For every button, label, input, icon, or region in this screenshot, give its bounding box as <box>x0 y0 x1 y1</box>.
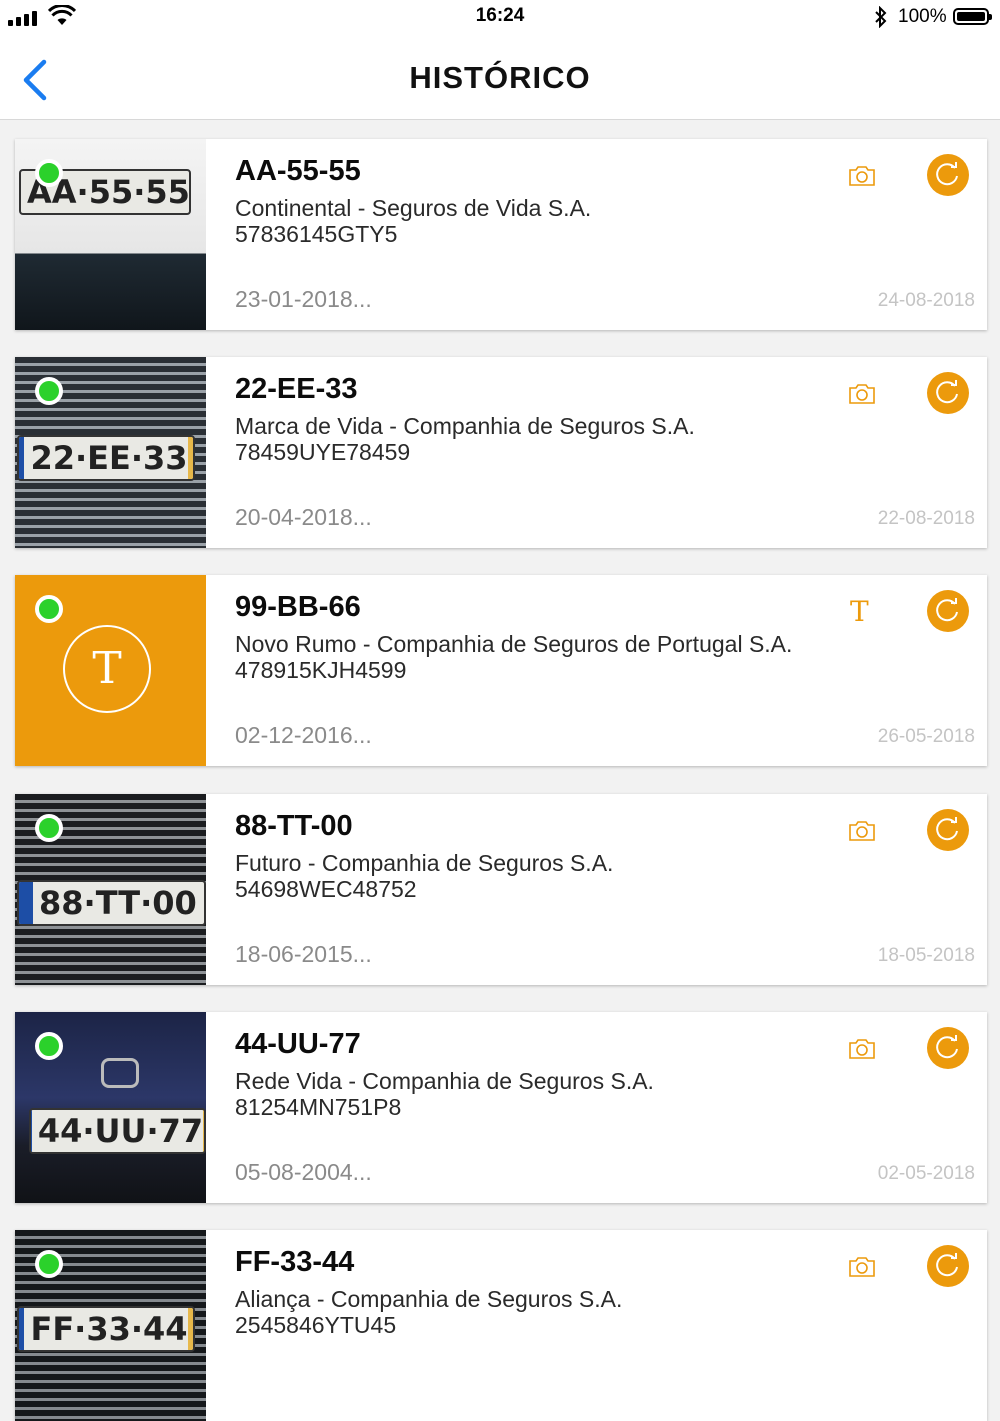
battery-icon <box>953 8 992 25</box>
refresh-icon <box>936 380 958 404</box>
policy-number: 81254MN751P8 <box>235 1094 402 1120</box>
policy-number: 478915KJH4599 <box>235 657 407 683</box>
active-status-dot <box>35 377 63 405</box>
status-bar: 16:24 100% <box>0 0 1000 36</box>
start-date: 05-08-2004... <box>235 1159 372 1185</box>
history-card[interactable]: FF·33·44 FF-33-44 Aliança - Companhia de… <box>15 1230 987 1421</box>
start-date: 02-12-2016... <box>235 722 372 748</box>
camera-icon <box>849 166 875 186</box>
renew-button[interactable] <box>927 372 969 414</box>
active-status-dot <box>35 595 63 623</box>
insurer-name: Marca de Vida - Companhia de Seguros S.A… <box>235 413 695 439</box>
navigation-bar: HISTÓRICO <box>0 36 1000 120</box>
vehicle-photo: FF·33·44 <box>15 1230 206 1421</box>
renew-button[interactable] <box>927 1027 969 1069</box>
camera-icon <box>849 821 875 841</box>
refresh-icon <box>936 1035 958 1059</box>
history-card[interactable]: T 99-BB-66 Novo Rumo - Companhia de Segu… <box>15 575 987 766</box>
end-date: 24-08-2018 <box>877 290 975 311</box>
license-plate-photo: 22·EE·33 <box>17 435 195 481</box>
refresh-icon <box>936 162 958 186</box>
policy-number: 57836145GTY5 <box>235 221 398 247</box>
camera-icon <box>849 1039 875 1059</box>
insurer-name: Futuro - Companhia de Seguros S.A. <box>235 850 614 876</box>
page-title: HISTÓRICO <box>409 60 591 95</box>
vehicle-photo: 88·TT·00 <box>15 794 206 985</box>
refresh-icon <box>936 1253 958 1277</box>
history-card[interactable]: 88·TT·00 88-TT-00 Futuro - Companhia de … <box>15 794 987 985</box>
refresh-icon <box>936 817 958 841</box>
manual-entry-thumbnail: T <box>15 575 206 766</box>
active-status-dot <box>35 1250 63 1278</box>
vehicle-photo: AA·55·55 <box>15 139 206 330</box>
policy-number: 54698WEC48752 <box>235 876 417 902</box>
policy-number: 78459UYE78459 <box>235 439 411 465</box>
camera-icon <box>849 1257 875 1277</box>
plate-number: AA-55-55 <box>235 155 361 187</box>
end-date: 22-08-2018 <box>877 508 975 529</box>
camera-icon <box>849 384 875 404</box>
history-card[interactable]: AA·55·55 AA-55-55 Continental - Seguros … <box>15 139 987 330</box>
history-card[interactable]: 44·UU·77 44-UU-77 Rede Vida - Companhia … <box>15 1012 987 1203</box>
insurer-name: Novo Rumo - Companhia de Seguros de Port… <box>235 631 793 657</box>
plate-number: 44-UU-77 <box>235 1028 361 1060</box>
status-time: 16:24 <box>475 5 525 26</box>
end-date: 26-05-2018 <box>877 726 975 747</box>
history-card[interactable]: 22·EE·33 22-EE-33 Marca de Vida - Compan… <box>15 357 987 548</box>
refresh-icon <box>936 598 958 622</box>
license-plate-photo: 88·TT·00 <box>17 880 206 926</box>
bluetooth-icon <box>875 6 887 28</box>
manual-entry-icon: T <box>63 625 151 713</box>
renew-button[interactable] <box>927 590 969 632</box>
insurer-name: Rede Vida - Companhia de Seguros S.A. <box>235 1068 654 1094</box>
end-date: 18-05-2018 <box>877 945 975 966</box>
vehicle-photo: 22·EE·33 <box>15 357 206 548</box>
plate-number: 22-EE-33 <box>235 373 358 405</box>
plate-number: FF-33-44 <box>235 1246 355 1278</box>
renew-button[interactable] <box>927 1245 969 1287</box>
policy-number: 2545846YTU45 <box>235 1312 397 1338</box>
battery-percentage: 100% <box>898 6 947 27</box>
active-status-dot <box>35 814 63 842</box>
insurer-name: Aliança - Companhia de Seguros S.A. <box>235 1286 623 1312</box>
start-date: 18-06-2015... <box>235 941 372 967</box>
active-status-dot <box>35 159 63 187</box>
license-plate-photo: FF·33·44 <box>17 1306 195 1352</box>
renew-button[interactable] <box>927 809 969 851</box>
start-date: 20-04-2018... <box>235 504 372 530</box>
insurer-name: Continental - Seguros de Vida S.A. <box>235 195 592 221</box>
plate-number: 88-TT-00 <box>235 810 353 842</box>
start-date: 23-01-2018... <box>235 286 372 312</box>
license-plate-photo: 44·UU·77 <box>29 1108 206 1154</box>
plate-number: 99-BB-66 <box>235 591 361 623</box>
vehicle-photo: 44·UU·77 <box>15 1012 206 1203</box>
text-icon: T <box>850 595 869 628</box>
end-date: 02-05-2018 <box>877 1163 975 1184</box>
renew-button[interactable] <box>927 154 969 196</box>
active-status-dot <box>35 1032 63 1060</box>
